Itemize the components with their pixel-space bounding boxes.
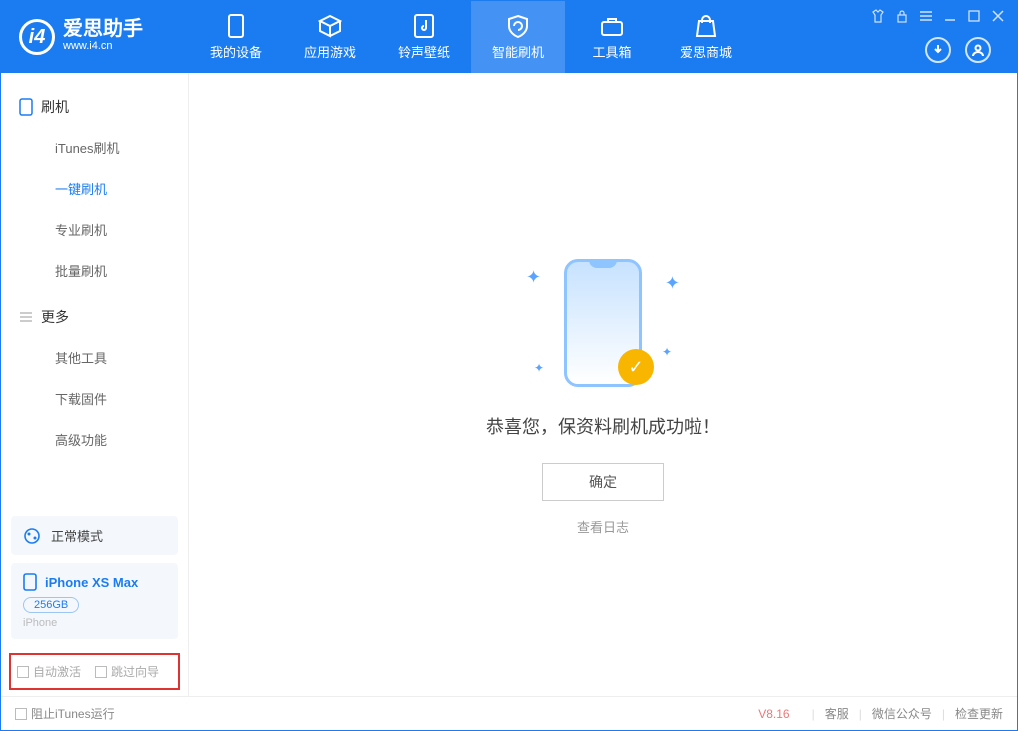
main-panel: ✦ ✦ ✓ ✦ ✦ 恭喜您，保资料刷机成功啦！ 确定 查看日志 bbox=[189, 73, 1017, 696]
device-icon bbox=[19, 98, 33, 116]
checkbox-label: 自动激活 bbox=[33, 663, 81, 680]
sidebar-item-batch-flash[interactable]: 批量刷机 bbox=[1, 250, 188, 291]
checkbox-label: 跳过向导 bbox=[111, 663, 159, 680]
download-button[interactable] bbox=[925, 37, 951, 63]
view-log-link[interactable]: 查看日志 bbox=[577, 517, 629, 536]
toolbox-icon bbox=[600, 14, 624, 38]
sidebar-item-advanced[interactable]: 高级功能 bbox=[1, 419, 188, 460]
sidebar-item-itunes-flash[interactable]: iTunes刷机 bbox=[1, 127, 188, 168]
checkbox-box bbox=[15, 708, 27, 720]
app-url: www.i4.cn bbox=[63, 39, 143, 54]
sidebar-item-pro-flash[interactable]: 专业刷机 bbox=[1, 209, 188, 250]
device-name-row: iPhone XS Max bbox=[23, 573, 166, 591]
app-name: 爱思助手 bbox=[63, 19, 143, 39]
device-type: iPhone bbox=[23, 617, 166, 629]
version-label: V8.16 bbox=[758, 707, 789, 721]
sparkle-icon: ✦ bbox=[662, 345, 672, 359]
menu-icon[interactable] bbox=[919, 9, 933, 23]
success-message: 恭喜您，保资料刷机成功啦！ bbox=[486, 413, 720, 439]
separator: | bbox=[812, 707, 815, 721]
music-sheet-icon bbox=[412, 14, 436, 38]
tab-label: 应用游戏 bbox=[304, 42, 356, 61]
separator: | bbox=[942, 707, 945, 721]
flash-options-highlight: 自动激活 跳过向导 bbox=[9, 653, 180, 690]
status-bar: 阻止iTunes运行 V8.16 | 客服 | 微信公众号 | 检查更新 bbox=[1, 696, 1017, 730]
sidebar-item-download-firmware[interactable]: 下载固件 bbox=[1, 378, 188, 419]
tab-toolbox[interactable]: 工具箱 bbox=[565, 1, 659, 73]
tab-label: 智能刷机 bbox=[492, 42, 544, 61]
checkbox-stop-itunes[interactable]: 阻止iTunes运行 bbox=[15, 705, 115, 722]
sidebar-title-label: 更多 bbox=[41, 307, 69, 327]
checkbox-box bbox=[17, 666, 29, 678]
sparkle-icon: ✦ bbox=[534, 361, 544, 375]
app-window: i4 爱思助手 www.i4.cn 我的设备 应用游戏 铃声壁纸 智能刷机 bbox=[0, 0, 1018, 731]
header-actions bbox=[925, 37, 991, 63]
tab-my-device[interactable]: 我的设备 bbox=[189, 1, 283, 73]
tab-label: 工具箱 bbox=[592, 42, 631, 61]
mode-label: 正常模式 bbox=[51, 526, 103, 545]
success-illustration: ✦ ✦ ✓ ✦ ✦ bbox=[518, 253, 688, 393]
logo-text: 爱思助手 www.i4.cn bbox=[63, 19, 143, 54]
tab-smart-flash[interactable]: 智能刷机 bbox=[471, 1, 565, 73]
minimize-icon[interactable] bbox=[943, 9, 957, 23]
checkbox-box bbox=[95, 666, 107, 678]
maximize-icon[interactable] bbox=[967, 9, 981, 23]
logo-icon: i4 bbox=[19, 19, 55, 55]
sidebar: 刷机 iTunes刷机 一键刷机 专业刷机 批量刷机 更多 其他工具 下载固件 … bbox=[1, 73, 189, 696]
tab-label: 爱思商城 bbox=[680, 42, 732, 61]
refresh-shield-icon bbox=[506, 14, 530, 38]
sparkle-icon: ✦ bbox=[665, 273, 680, 294]
sidebar-title-flash: 刷机 bbox=[1, 87, 188, 127]
phone-icon bbox=[224, 14, 248, 38]
separator: | bbox=[859, 707, 862, 721]
body: 刷机 iTunes刷机 一键刷机 专业刷机 批量刷机 更多 其他工具 下载固件 … bbox=[1, 73, 1017, 696]
tab-ringtone-wallpaper[interactable]: 铃声壁纸 bbox=[377, 1, 471, 73]
tab-label: 铃声壁纸 bbox=[398, 42, 450, 61]
window-controls bbox=[871, 9, 1005, 23]
main-tabs: 我的设备 应用游戏 铃声壁纸 智能刷机 工具箱 爱思商城 bbox=[189, 1, 753, 73]
device-capacity: 256GB bbox=[23, 597, 79, 613]
title-bar: i4 爱思助手 www.i4.cn 我的设备 应用游戏 铃声壁纸 智能刷机 bbox=[1, 1, 1017, 73]
tshirt-icon[interactable] bbox=[871, 9, 885, 23]
check-badge-icon: ✓ bbox=[618, 349, 654, 385]
tab-apps-games[interactable]: 应用游戏 bbox=[283, 1, 377, 73]
close-icon[interactable] bbox=[991, 9, 1005, 23]
lock-icon[interactable] bbox=[895, 9, 909, 23]
cube-icon bbox=[318, 14, 342, 38]
tab-store[interactable]: 爱思商城 bbox=[659, 1, 753, 73]
mode-icon bbox=[23, 527, 41, 545]
list-icon bbox=[19, 310, 33, 324]
sidebar-group-flash: 刷机 iTunes刷机 一键刷机 专业刷机 批量刷机 bbox=[1, 87, 188, 291]
checkbox-label: 阻止iTunes运行 bbox=[31, 705, 115, 722]
device-name: iPhone XS Max bbox=[45, 575, 138, 590]
status-link-update[interactable]: 检查更新 bbox=[955, 705, 1003, 722]
tab-label: 我的设备 bbox=[210, 42, 262, 61]
mode-card[interactable]: 正常模式 bbox=[11, 516, 178, 555]
phone-small-icon bbox=[23, 573, 37, 591]
sidebar-item-other-tools[interactable]: 其他工具 bbox=[1, 337, 188, 378]
checkbox-skip-wizard[interactable]: 跳过向导 bbox=[95, 663, 159, 680]
bag-icon bbox=[694, 14, 718, 38]
ok-button[interactable]: 确定 bbox=[542, 463, 664, 501]
device-card[interactable]: iPhone XS Max 256GB iPhone bbox=[11, 563, 178, 639]
status-link-support[interactable]: 客服 bbox=[825, 705, 849, 722]
sidebar-group-more: 更多 其他工具 下载固件 高级功能 bbox=[1, 297, 188, 460]
checkbox-auto-activate[interactable]: 自动激活 bbox=[17, 663, 81, 680]
user-button[interactable] bbox=[965, 37, 991, 63]
sparkle-icon: ✦ bbox=[526, 267, 541, 288]
logo-area: i4 爱思助手 www.i4.cn bbox=[1, 1, 189, 73]
sidebar-title-label: 刷机 bbox=[41, 97, 69, 117]
status-link-wechat[interactable]: 微信公众号 bbox=[872, 705, 932, 722]
sidebar-title-more: 更多 bbox=[1, 297, 188, 337]
sidebar-item-one-click-flash[interactable]: 一键刷机 bbox=[1, 168, 188, 209]
